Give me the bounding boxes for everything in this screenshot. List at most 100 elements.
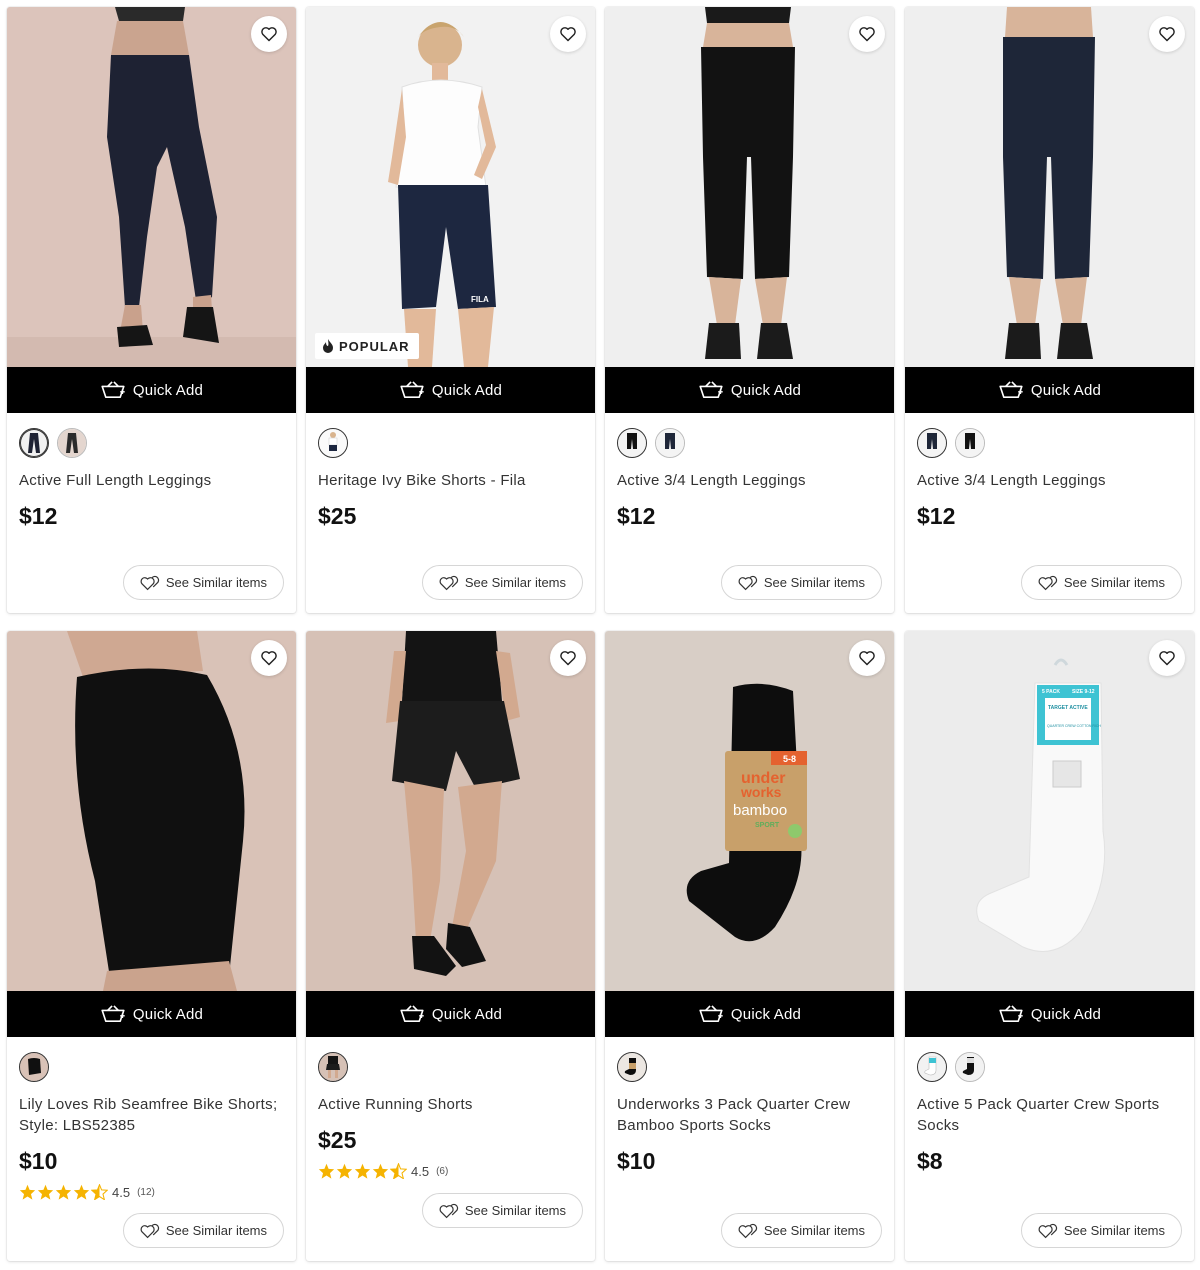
quick-add-label: Quick Add [431, 381, 503, 399]
product-card[interactable]: Quick Add Active Full Length Leggings $1… [7, 7, 296, 613]
swatch-black-shorts[interactable] [318, 1052, 348, 1082]
swatch-black-socks[interactable] [617, 1052, 647, 1082]
product-details: Lily Loves Rib Seamfree Bike Shorts; Sty… [7, 1037, 296, 1200]
leggings-thumbnail-icon [58, 429, 86, 457]
quick-add-label: Quick Add [431, 1005, 503, 1023]
swatch-navy-shorts[interactable] [318, 428, 348, 458]
similar-hearts-icon [439, 575, 458, 590]
swatch-black-capri[interactable] [955, 428, 985, 458]
product-price: $8 [917, 1148, 943, 1174]
product-image[interactable]: FILA POPULAR [306, 7, 595, 367]
swatch-navy-leggings[interactable] [19, 428, 49, 458]
swatch-navy-capri[interactable] [917, 428, 947, 458]
wishlist-button[interactable] [1149, 640, 1185, 676]
star-icon [336, 1163, 353, 1179]
product-image[interactable] [905, 7, 1194, 367]
product-title[interactable]: Lily Loves Rib Seamfree Bike Shorts; Sty… [19, 1094, 284, 1136]
swatch-black-shorts[interactable] [19, 1052, 49, 1082]
product-image[interactable]: 5 PACK SIZE 9-12 TARGET ACTIVE QUARTER C… [905, 631, 1194, 991]
capri-leggings-photo [905, 7, 1194, 367]
wishlist-button[interactable] [849, 16, 885, 52]
basket-icon [101, 381, 125, 399]
quick-add-button[interactable]: Quick Add [7, 991, 296, 1037]
quick-add-button[interactable]: Quick Add [306, 991, 595, 1037]
target-style-text: QUARTER CREW COTTON RICH [1047, 724, 1101, 728]
bamboo-socks-photo: 5-8 under works bamboo SPORT [605, 631, 894, 991]
see-similar-button[interactable]: See Similar items [122, 1213, 284, 1248]
product-details: Active 3/4 Length Leggings $12 [905, 413, 1194, 530]
color-swatches [19, 1051, 284, 1083]
product-card[interactable]: 5 PACK SIZE 9-12 TARGET ACTIVE QUARTER C… [905, 631, 1194, 1261]
see-similar-label: See Similar items [165, 575, 267, 590]
product-title[interactable]: Active 3/4 Length Leggings [917, 470, 1182, 491]
heart-icon [261, 651, 277, 666]
product-price: $12 [19, 503, 58, 529]
product-card[interactable]: Quick Add Active 3/4 Length Leggings $12… [605, 7, 894, 613]
see-similar-button[interactable]: See Similar items [122, 565, 284, 600]
star-rating [318, 1163, 407, 1179]
wishlist-button[interactable] [849, 640, 885, 676]
wishlist-button[interactable] [251, 640, 287, 676]
product-image[interactable] [7, 7, 296, 367]
product-title[interactable]: Active 3/4 Length Leggings [617, 470, 882, 491]
product-details: Active 5 Pack Quarter Crew Sports Socks … [905, 1037, 1194, 1175]
product-card[interactable]: Quick Add Active Running Shorts $25 4.5 … [306, 631, 595, 1261]
product-card[interactable]: Quick Add Lily Loves Rib Seamfree Bike S… [7, 631, 296, 1261]
color-swatches [19, 427, 284, 459]
product-price: $12 [917, 503, 956, 529]
basket-icon [101, 1005, 125, 1023]
quick-add-button[interactable]: Quick Add [905, 367, 1194, 413]
rating-count: (6) [436, 1165, 449, 1177]
see-similar-label: See Similar items [763, 575, 865, 590]
basket-icon [999, 381, 1023, 399]
product-image[interactable]: 5-8 under works bamboo SPORT [605, 631, 894, 991]
capri-thumbnail-icon [656, 429, 684, 457]
quick-add-button[interactable]: Quick Add [605, 367, 894, 413]
see-similar-button[interactable]: See Similar items [1020, 1213, 1182, 1248]
see-similar-button[interactable]: See Similar items [720, 1213, 882, 1248]
swatch-black-socks[interactable] [955, 1052, 985, 1082]
product-image[interactable] [7, 631, 296, 991]
swatch-black-capri[interactable] [617, 428, 647, 458]
quick-add-button[interactable]: Quick Add [7, 367, 296, 413]
product-title[interactable]: Underworks 3 Pack Quarter Crew Bamboo Sp… [617, 1094, 882, 1136]
wishlist-button[interactable] [251, 16, 287, 52]
product-card[interactable]: FILA POPULAR Quick Add Heritage Ivy Bike… [306, 7, 595, 613]
swatch-black-leggings[interactable] [57, 428, 87, 458]
see-similar-button[interactable]: See Similar items [720, 565, 882, 600]
quick-add-button[interactable]: Quick Add [605, 991, 894, 1037]
quick-add-button[interactable]: Quick Add [306, 367, 595, 413]
rating-value: 4.5 [112, 1184, 131, 1200]
product-title[interactable]: Active Running Shorts [318, 1094, 583, 1115]
basket-icon [400, 381, 424, 399]
product-rating[interactable]: 4.5 (12) [19, 1184, 284, 1200]
shorts-thumbnail-icon [319, 429, 347, 457]
wishlist-button[interactable] [550, 640, 586, 676]
product-title[interactable]: Active Full Length Leggings [19, 470, 284, 491]
color-swatches [917, 427, 1182, 459]
swatch-white-socks[interactable] [917, 1052, 947, 1082]
product-title[interactable]: Heritage Ivy Bike Shorts - Fila [318, 470, 583, 491]
wishlist-button[interactable] [1149, 16, 1185, 52]
see-similar-button[interactable]: See Similar items [1020, 565, 1182, 600]
target-size-text: SIZE 9-12 [1072, 689, 1095, 695]
product-card[interactable]: Quick Add Active 3/4 Length Leggings $12… [905, 7, 1194, 613]
half-star-icon [390, 1163, 407, 1179]
product-title[interactable]: Active 5 Pack Quarter Crew Sports Socks [917, 1094, 1182, 1136]
product-card[interactable]: 5-8 under works bamboo SPORT Quick Add U… [605, 631, 894, 1261]
product-price: $25 [318, 1127, 357, 1153]
product-image[interactable] [605, 7, 894, 367]
wishlist-button[interactable] [550, 16, 586, 52]
swatch-navy-capri[interactable] [655, 428, 685, 458]
product-price: $10 [19, 1148, 58, 1174]
see-similar-label: See Similar items [763, 1223, 865, 1238]
color-swatches [917, 1051, 1182, 1083]
svg-text:FILA: FILA [471, 295, 489, 304]
see-similar-button[interactable]: See Similar items [421, 565, 583, 600]
star-icon [37, 1184, 54, 1200]
product-rating[interactable]: 4.5 (6) [318, 1163, 583, 1179]
rating-count: (12) [137, 1186, 155, 1198]
see-similar-button[interactable]: See Similar items [421, 1193, 583, 1228]
quick-add-button[interactable]: Quick Add [905, 991, 1194, 1037]
product-image[interactable] [306, 631, 595, 991]
